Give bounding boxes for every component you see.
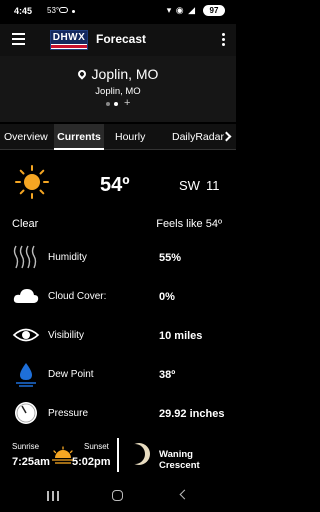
- condition-row: Clear Feels like 54º: [0, 212, 236, 236]
- tab-overview[interactable]: Overview: [4, 124, 52, 150]
- cloud-status-icon: [59, 7, 68, 13]
- metric-humidity: Humidity 55%: [0, 240, 236, 276]
- humidity-icon: [13, 245, 37, 269]
- current-temperature: 54º: [100, 174, 130, 196]
- logo-text: DHWX: [51, 31, 87, 44]
- location-title: Joplin, MO: [91, 66, 159, 82]
- metric-label: Dew Point: [48, 369, 94, 380]
- metric-dew-point: Dew Point 38º: [0, 357, 236, 393]
- metric-label: Humidity: [48, 252, 87, 263]
- moon-phase-label: Waning Crescent: [159, 449, 200, 471]
- sunset-time: 5:02pm: [72, 456, 111, 468]
- metric-value: 55%: [159, 252, 182, 264]
- wind-speed: 11: [205, 178, 220, 193]
- location-header: Joplin, MO Joplin, MO +: [0, 56, 236, 122]
- tab-bar: Overview Currents Hourly DailyRadar: [0, 124, 236, 150]
- battery-icon: 97: [203, 5, 225, 16]
- condition-text: Clear: [12, 218, 39, 230]
- system-nav-bar: [0, 480, 236, 512]
- metric-value: 0%: [159, 291, 175, 303]
- sunset-label: Sunset: [84, 442, 109, 451]
- logo-stripe: [51, 45, 87, 48]
- location-pager[interactable]: +: [104, 97, 134, 109]
- sunrise-time: 7:25am: [12, 456, 50, 468]
- metric-label: Visibility: [48, 330, 84, 341]
- dhwx-logo: DHWX: [50, 30, 88, 50]
- notification-dot-icon: [72, 10, 75, 13]
- status-bar: 4:45 53° ▾ ◉ ◢ 97: [0, 0, 236, 24]
- tab-hourly[interactable]: Hourly: [115, 124, 155, 150]
- app-bar: DHWX Forecast: [0, 24, 236, 56]
- eye-icon: [12, 328, 40, 342]
- metric-pressure: Pressure 29.92 inches: [0, 396, 236, 432]
- menu-icon[interactable]: [12, 33, 25, 45]
- status-time: 4:45: [14, 6, 33, 16]
- sunrise-label: Sunrise: [12, 442, 40, 451]
- cloud-icon: [13, 289, 39, 303]
- recents-icon[interactable]: [47, 491, 59, 501]
- sun-icon: [15, 165, 49, 199]
- metric-label: Pressure: [48, 408, 89, 419]
- tab-currents[interactable]: Currents: [54, 124, 104, 150]
- pager-dot-active[interactable]: [114, 102, 118, 106]
- location-title-row[interactable]: Joplin, MO: [0, 66, 236, 82]
- home-icon[interactable]: [112, 490, 123, 501]
- location-subtitle: Joplin, MO: [95, 86, 141, 97]
- page-title: Forecast: [96, 32, 147, 46]
- metric-value: 29.92 inches: [159, 408, 225, 420]
- sun-moon-panel: Sunrise Sunset 7:25am 5:02pm Waning Cres…: [0, 434, 236, 478]
- feels-like: Feels like 54º: [156, 218, 222, 230]
- metric-cloud-cover: Cloud Cover: 0%: [0, 279, 236, 315]
- more-options-icon[interactable]: [222, 33, 226, 48]
- dew-point-icon: [16, 363, 36, 387]
- signal-icons: ▾ ◉ ◢: [166, 5, 196, 15]
- status-temperature: 53°: [47, 6, 60, 15]
- add-location-icon[interactable]: +: [124, 97, 130, 109]
- location-pin-icon: [75, 68, 88, 80]
- pager-dot[interactable]: [106, 102, 110, 106]
- metric-value: 38º: [159, 369, 176, 381]
- metric-value: 10 miles: [159, 330, 203, 342]
- wind-readout: SW 11: [179, 178, 219, 193]
- tab-daily-radar[interactable]: DailyRadar: [172, 124, 224, 150]
- divider: [117, 438, 119, 472]
- pressure-gauge-icon: [15, 402, 37, 424]
- moon-phase-icon: [127, 443, 150, 465]
- metric-label: Cloud Cover:: [48, 291, 107, 302]
- back-icon[interactable]: [179, 489, 190, 500]
- wind-direction: SW: [179, 178, 200, 193]
- current-conditions: 54º SW 11: [0, 156, 236, 212]
- metric-visibility: Visibility 10 miles: [0, 318, 236, 354]
